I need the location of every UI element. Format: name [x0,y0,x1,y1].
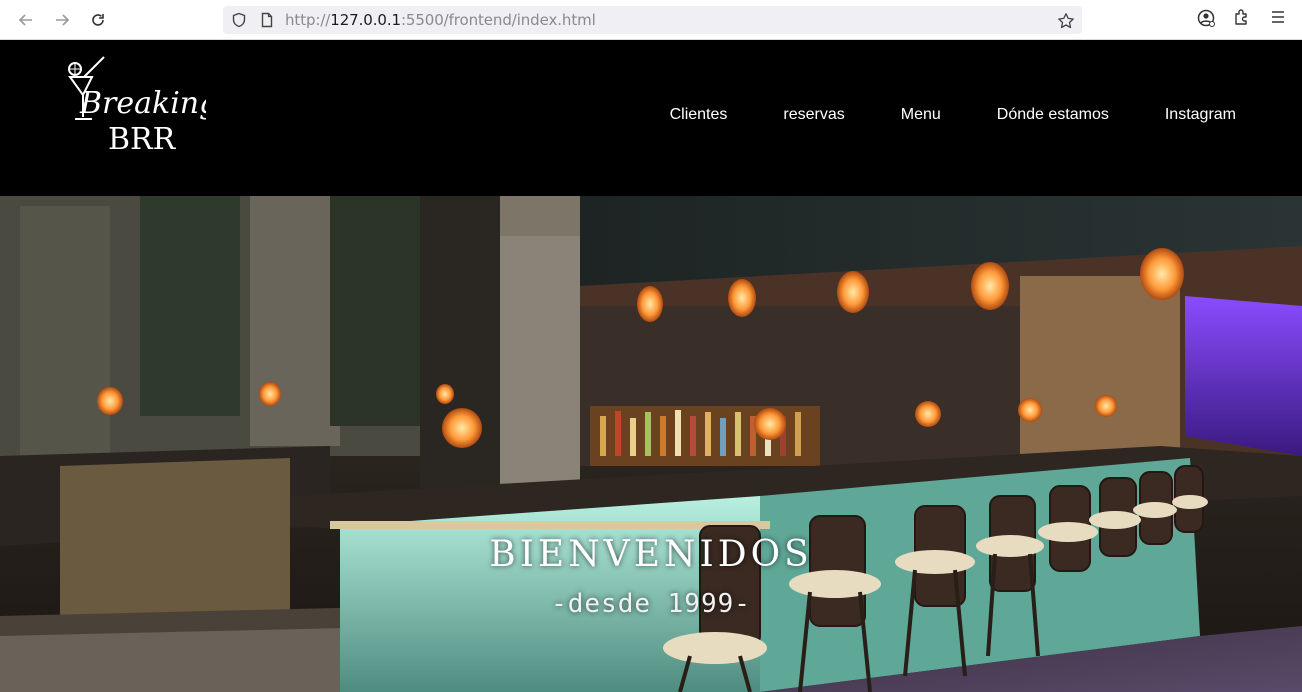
url-text[interactable]: http://127.0.0.1:5500/frontend/index.htm… [285,11,596,29]
nav-menu[interactable]: Menu [901,106,941,124]
reload-icon[interactable] [86,8,110,32]
nav-clientes[interactable]: Clientes [670,106,728,124]
back-icon[interactable] [14,8,38,32]
address-bar[interactable]: http://127.0.0.1:5500/frontend/index.htm… [223,6,1082,34]
svg-text:Breaking: Breaking [79,86,206,121]
menu-icon[interactable] [1270,8,1286,31]
logo[interactable]: Breaking BRR [66,55,218,157]
bookmark-star-icon[interactable] [1057,12,1074,29]
hero-banner: BIENVENIDOS -desde 1999- [0,196,1302,692]
nav-reservas[interactable]: reservas [783,106,844,124]
extensions-icon[interactable] [1233,8,1251,31]
shield-icon[interactable] [231,12,247,28]
page-icon[interactable] [259,12,275,28]
forward-icon[interactable] [50,8,74,32]
svg-text:BRR: BRR [108,122,177,157]
account-icon[interactable] [1196,8,1216,33]
nav-donde-estamos[interactable]: Dónde estamos [997,106,1109,124]
browser-toolbar: http://127.0.0.1:5500/frontend/index.htm… [0,0,1302,40]
hero-title: BIENVENIDOS [489,534,813,575]
main-nav: Clientes reservas Menu Dónde estamos Ins… [614,106,1236,124]
hero-subtitle: -desde 1999- [551,589,751,619]
site-header: Breaking BRR Clientes reservas Menu Dónd… [2,41,1302,196]
nav-instagram[interactable]: Instagram [1165,106,1236,124]
